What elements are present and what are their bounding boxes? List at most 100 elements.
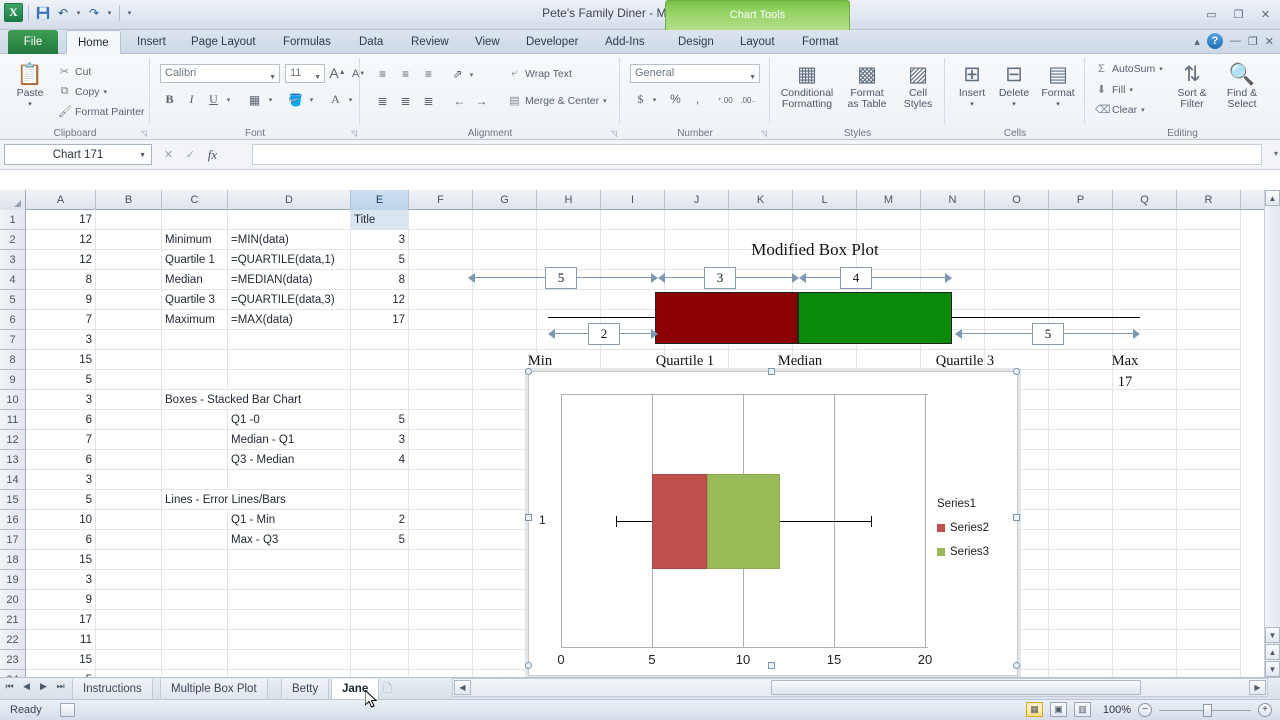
format-cells-button[interactable]: ▤ Format ▾	[1035, 62, 1081, 110]
percent-button[interactable]: %	[667, 90, 684, 108]
autosum-button[interactable]: Σ AutoSum ▾	[1095, 63, 1163, 75]
cell-E24[interactable]	[351, 670, 409, 677]
row-header-21[interactable]: 21	[0, 610, 26, 630]
minimize-ribbon-icon[interactable]: ▴	[1194, 35, 1200, 48]
cell-C8[interactable]	[162, 350, 228, 370]
decrease-decimal-button[interactable]: .00₋	[738, 92, 758, 108]
chart-handle-middle-left[interactable]	[525, 514, 532, 521]
cell-E1[interactable]: Title	[351, 210, 409, 230]
cell-R3[interactable]	[1177, 250, 1241, 270]
align-right-button[interactable]: ≣	[419, 92, 438, 110]
cell-A9[interactable]: 5	[26, 370, 96, 390]
cell-B12[interactable]	[96, 430, 162, 450]
align-center-button[interactable]: ≣	[396, 92, 415, 110]
close-window-button[interactable]: ✕	[1255, 6, 1276, 22]
delete-dropdown-icon[interactable]: ▾	[992, 99, 1036, 110]
cell-A2[interactable]: 12	[26, 230, 96, 250]
cell-R15[interactable]	[1177, 490, 1241, 510]
cell-A17[interactable]: 6	[26, 530, 96, 550]
cell-R16[interactable]	[1177, 510, 1241, 530]
cell-F19[interactable]	[409, 570, 473, 590]
cell-D14[interactable]	[228, 470, 351, 490]
increase-decimal-button[interactable]: ⁺.00	[715, 92, 735, 108]
cell-C20[interactable]	[162, 590, 228, 610]
cell-Q1[interactable]	[1113, 210, 1177, 230]
cell-I1[interactable]	[601, 210, 665, 230]
cell-R4[interactable]	[1177, 270, 1241, 290]
cell-R20[interactable]	[1177, 590, 1241, 610]
cell-B17[interactable]	[96, 530, 162, 550]
cell-B7[interactable]	[96, 330, 162, 350]
cell-E14[interactable]	[351, 470, 409, 490]
currency-dropdown-icon[interactable]: ▾	[650, 92, 659, 107]
row-header-20[interactable]: 20	[0, 590, 26, 610]
scroll-up-button[interactable]: ▲	[1265, 190, 1280, 206]
comma-style-button[interactable]: ,	[689, 90, 706, 108]
copy-button[interactable]: ⧉ Copy ▾	[58, 85, 107, 98]
cell-F1[interactable]	[409, 210, 473, 230]
cell-C2[interactable]: Minimum	[162, 230, 228, 250]
cell-F11[interactable]	[409, 410, 473, 430]
cell-D15[interactable]	[228, 490, 351, 510]
cell-O1[interactable]	[985, 210, 1049, 230]
cell-E19[interactable]	[351, 570, 409, 590]
cell-E2[interactable]: 3	[351, 230, 409, 250]
cell-E21[interactable]	[351, 610, 409, 630]
cell-E17[interactable]: 5	[351, 530, 409, 550]
row-header-8[interactable]: 8	[0, 350, 26, 370]
column-header-G[interactable]: G	[473, 190, 537, 210]
cell-C13[interactable]	[162, 450, 228, 470]
redo-dropdown-icon[interactable]: ▾	[105, 9, 114, 17]
chart-plot-area[interactable]: 1 0 5 10 15 20	[539, 394, 932, 667]
row-header-24[interactable]: 24	[0, 670, 26, 677]
tab-formulas[interactable]: Formulas	[272, 30, 342, 54]
find-select-button[interactable]: 🔍 Find & Select	[1217, 62, 1267, 110]
row-header-5[interactable]: 5	[0, 290, 26, 310]
chart-legend[interactable]: Series1 Series2 Series3	[937, 492, 989, 564]
cell-Q20[interactable]	[1113, 590, 1177, 610]
cell-R6[interactable]	[1177, 310, 1241, 330]
row-header-12[interactable]: 12	[0, 430, 26, 450]
chart-handle-bottom-right[interactable]	[1013, 662, 1020, 669]
cell-Q15[interactable]	[1113, 490, 1177, 510]
cell-D24[interactable]	[228, 670, 351, 677]
alignment-dialog-launcher[interactable]: ◹	[611, 129, 617, 138]
conditional-formatting-button[interactable]: ▦ Conditional Formatting	[775, 62, 839, 110]
clear-dropdown-icon[interactable]: ▾	[1141, 106, 1145, 114]
cell-Q17[interactable]	[1113, 530, 1177, 550]
cell-B16[interactable]	[96, 510, 162, 530]
row-header-13[interactable]: 13	[0, 450, 26, 470]
cell-E3[interactable]: 5	[351, 250, 409, 270]
cell-F24[interactable]	[409, 670, 473, 677]
row-header-4[interactable]: 4	[0, 270, 26, 290]
customize-qat-icon[interactable]: ▾	[125, 9, 134, 17]
cell-R13[interactable]	[1177, 450, 1241, 470]
chart-box-series3[interactable]	[707, 474, 780, 569]
cell-C12[interactable]	[162, 430, 228, 450]
cell-A11[interactable]: 6	[26, 410, 96, 430]
insert-cells-button[interactable]: ⊞ Insert ▾	[951, 62, 993, 110]
cell-B9[interactable]	[96, 370, 162, 390]
cell-F18[interactable]	[409, 550, 473, 570]
cell-E4[interactable]: 8	[351, 270, 409, 290]
cell-P23[interactable]	[1049, 650, 1113, 670]
cell-B10[interactable]	[96, 390, 162, 410]
cell-R5[interactable]	[1177, 290, 1241, 310]
sheet-tab-betty[interactable]: Betty	[281, 679, 330, 700]
tab-review[interactable]: Review	[400, 30, 460, 54]
cell-J1[interactable]	[665, 210, 729, 230]
cell-P15[interactable]	[1049, 490, 1113, 510]
cell-F13[interactable]	[409, 450, 473, 470]
zoom-slider-thumb[interactable]	[1203, 703, 1212, 717]
tab-page-layout[interactable]: Page Layout	[180, 30, 267, 54]
wrap-text-button[interactable]: ⤶ Wrap Text	[508, 67, 571, 80]
align-left-button[interactable]: ≣	[373, 92, 392, 110]
cell-A14[interactable]: 3	[26, 470, 96, 490]
row-header-14[interactable]: 14	[0, 470, 26, 490]
cell-D16[interactable]: Q1 - Min	[228, 510, 351, 530]
cell-A21[interactable]: 17	[26, 610, 96, 630]
cell-C19[interactable]	[162, 570, 228, 590]
cell-Q12[interactable]	[1113, 430, 1177, 450]
cell-A6[interactable]: 7	[26, 310, 96, 330]
chart-object[interactable]: 1 0 5 10 15 20 Series1 Series2 Series3	[525, 368, 1020, 676]
